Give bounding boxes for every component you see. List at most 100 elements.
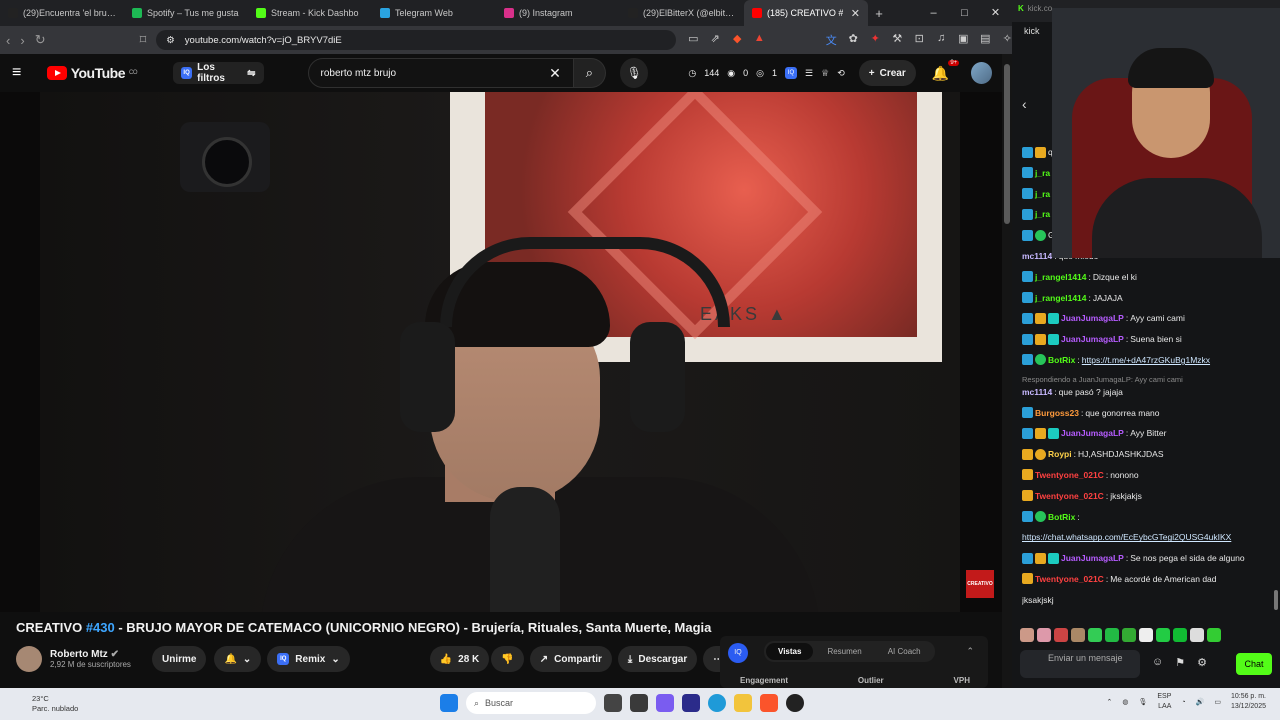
chat-username[interactable]: mc1114 — [1022, 386, 1052, 398]
emoji-icon[interactable]: ☺ — [1152, 656, 1163, 669]
chat-link[interactable]: https://t.me/+dA47rzGKuBg1Mzkx — [1082, 354, 1210, 366]
chat-username[interactable]: Burgoss23 — [1035, 407, 1079, 419]
copilot-icon[interactable] — [656, 694, 674, 712]
edge-icon[interactable] — [708, 694, 726, 712]
browser-tab[interactable]: (185) CREATIVO # ✕ — [744, 0, 868, 26]
refresh-icon[interactable]: ⟲ — [837, 68, 845, 79]
browser-tab[interactable]: (29)Encuentra 'el brujo de — [0, 0, 124, 26]
search-button[interactable]: ⌕ — [573, 58, 607, 88]
emote-icon[interactable] — [1088, 628, 1102, 642]
chat-username[interactable]: Twentyone_021C — [1035, 469, 1104, 481]
channel-watermark[interactable]: CREATIVO — [966, 570, 994, 598]
channel-name[interactable]: Roberto Mtz ✔ — [50, 649, 140, 660]
share-button[interactable]: ↗ Compartir — [529, 646, 612, 672]
new-tab-button[interactable]: + — [868, 6, 890, 21]
emote-icon[interactable] — [1190, 628, 1204, 642]
weather-widget[interactable]: 23°C Parc. nublado — [32, 694, 78, 714]
chat-username[interactable]: j_ra — [1035, 208, 1050, 220]
tray-chevron-icon[interactable]: ⌃ — [1106, 698, 1112, 706]
maximize-button[interactable]: □ — [949, 0, 980, 26]
emote-icon[interactable] — [1071, 628, 1085, 642]
filters-button[interactable]: IQ Los filtros ⇋ — [173, 62, 264, 84]
like-button[interactable]: 👍 28 K — [429, 646, 490, 672]
chat-username[interactable]: JuanJumagaLP — [1061, 312, 1124, 324]
chat-username[interactable]: Twentyone_021C — [1035, 490, 1104, 502]
list-icon[interactable]: ☰ — [805, 68, 813, 79]
chat-username[interactable]: j_ra — [1035, 167, 1050, 179]
chat-username[interactable]: Roypi — [1048, 448, 1072, 460]
puzzle-icon[interactable]: ⚒ — [890, 32, 904, 48]
trophy-icon[interactable]: ♕ — [821, 68, 829, 79]
hamburger-menu-icon[interactable]: ≡ — [12, 64, 35, 82]
file-explorer-icon[interactable] — [734, 694, 752, 712]
chat-send-button[interactable]: Chat — [1236, 653, 1272, 675]
gift-icon[interactable]: ⚑ — [1175, 656, 1185, 669]
chat-username[interactable]: JuanJumagaLP — [1061, 552, 1124, 564]
tab-resumen[interactable]: Resumen — [815, 643, 873, 660]
download-button[interactable]: ⤓ Descargar — [617, 646, 698, 672]
emote-icon[interactable] — [1173, 628, 1187, 642]
obs-icon[interactable] — [786, 694, 804, 712]
subscribed-bell-button[interactable]: 🔔 ⌄ — [214, 646, 262, 672]
tab-ai-coach[interactable]: AI Coach — [876, 643, 933, 660]
collapse-icon[interactable]: ⌃ — [966, 646, 974, 657]
network-icon[interactable]: ◍ — [1122, 698, 1128, 706]
ext-red-icon[interactable]: ✦ — [868, 32, 882, 48]
share-icon[interactable]: ⇗ — [708, 32, 722, 48]
emote-icon[interactable] — [1122, 628, 1136, 642]
emote-icon[interactable] — [1207, 628, 1221, 642]
chat-link[interactable]: https://chat.whatsapp.com/EcEybcGTegi2QU… — [1022, 531, 1231, 543]
chat-input[interactable]: Enviar un mensaje — [1020, 650, 1140, 678]
browser-tab[interactable]: Spotify – Tus me gusta — [124, 0, 248, 26]
chat-username[interactable]: mc1114 — [1022, 250, 1052, 262]
url-field[interactable]: ⚙ youtube.com/watch?v=jO_BRYV7diE — [156, 30, 677, 50]
screenshot-icon[interactable]: ⊡ — [912, 32, 926, 48]
clear-search-icon[interactable]: ✕ — [549, 65, 561, 82]
page-scrollbar[interactable] — [1002, 54, 1012, 688]
chat-scrollbar[interactable] — [1274, 590, 1278, 610]
browser-tab[interactable]: Stream - Kick Dashbo — [248, 0, 372, 26]
dislike-button[interactable]: 👎 — [491, 646, 524, 672]
join-button[interactable]: Unirme — [152, 646, 207, 672]
emote-icon[interactable] — [1037, 628, 1051, 642]
title-hashtag[interactable]: #430 — [86, 620, 115, 635]
brave-icon[interactable] — [760, 694, 778, 712]
emote-icon[interactable] — [1156, 628, 1170, 642]
user-avatar[interactable] — [971, 62, 992, 84]
iq-toolbar-icon[interactable]: IQ — [785, 67, 798, 79]
chat-username[interactable]: j_rangel1414 — [1035, 292, 1087, 304]
windows-start-icon[interactable] — [440, 694, 458, 712]
close-window-button[interactable]: ✕ — [980, 0, 1011, 26]
chat-username[interactable]: JuanJumagaLP — [1061, 427, 1124, 439]
chat-username[interactable]: j_ra — [1035, 188, 1050, 200]
remix-button[interactable]: IQ Remix ⌄ — [267, 646, 350, 672]
settings-icon[interactable]: ⚙ — [1197, 656, 1207, 669]
chat-username[interactable]: BotRix — [1048, 511, 1075, 523]
site-info-icon[interactable]: ⚙ — [166, 35, 175, 46]
youtube-logo[interactable]: YouTube CO — [46, 65, 138, 81]
cast-icon[interactable]: ▭ — [686, 32, 700, 48]
channel-avatar[interactable] — [16, 646, 42, 672]
browser-tab[interactable]: (9) Instagram — [496, 0, 620, 26]
emote-icon[interactable] — [1139, 628, 1153, 642]
voice-search-button[interactable]: 🎙 — [620, 58, 649, 88]
chat-username[interactable]: JuanJumagaLP — [1061, 333, 1124, 345]
widgets-icon[interactable] — [630, 694, 648, 712]
wifi-icon[interactable]: ◔ — [1181, 699, 1185, 706]
chat-back-icon[interactable]: ‹ — [1022, 96, 1027, 112]
clock[interactable]: 10:56 p. m. 13/12/2025 — [1231, 692, 1266, 712]
battery-icon[interactable]: ▭ — [1214, 698, 1221, 706]
tab-close-icon[interactable]: ✕ — [851, 7, 860, 20]
forward-icon[interactable]: › — [20, 33, 24, 48]
language-indicator[interactable]: ESP LAA — [1157, 692, 1171, 712]
chat-username[interactable]: Twentyone_021C — [1035, 573, 1104, 585]
extension-icon[interactable]: ✿ — [846, 32, 860, 48]
browser-tab[interactable]: (29)ElBitterX (@elbitterx) — [620, 0, 744, 26]
sidebar-icon[interactable]: ▣ — [956, 32, 970, 48]
back-icon[interactable]: ‹ — [6, 33, 10, 48]
chat-username[interactable]: BotRix — [1048, 354, 1075, 366]
video-player[interactable]: EAKS ▲ CREATIVO — [0, 92, 1002, 612]
search-input[interactable]: roberto mtz brujo ✕ — [307, 58, 574, 88]
tab-vistas[interactable]: Vistas — [766, 643, 814, 660]
wallet-icon[interactable]: ▤ — [978, 32, 992, 48]
